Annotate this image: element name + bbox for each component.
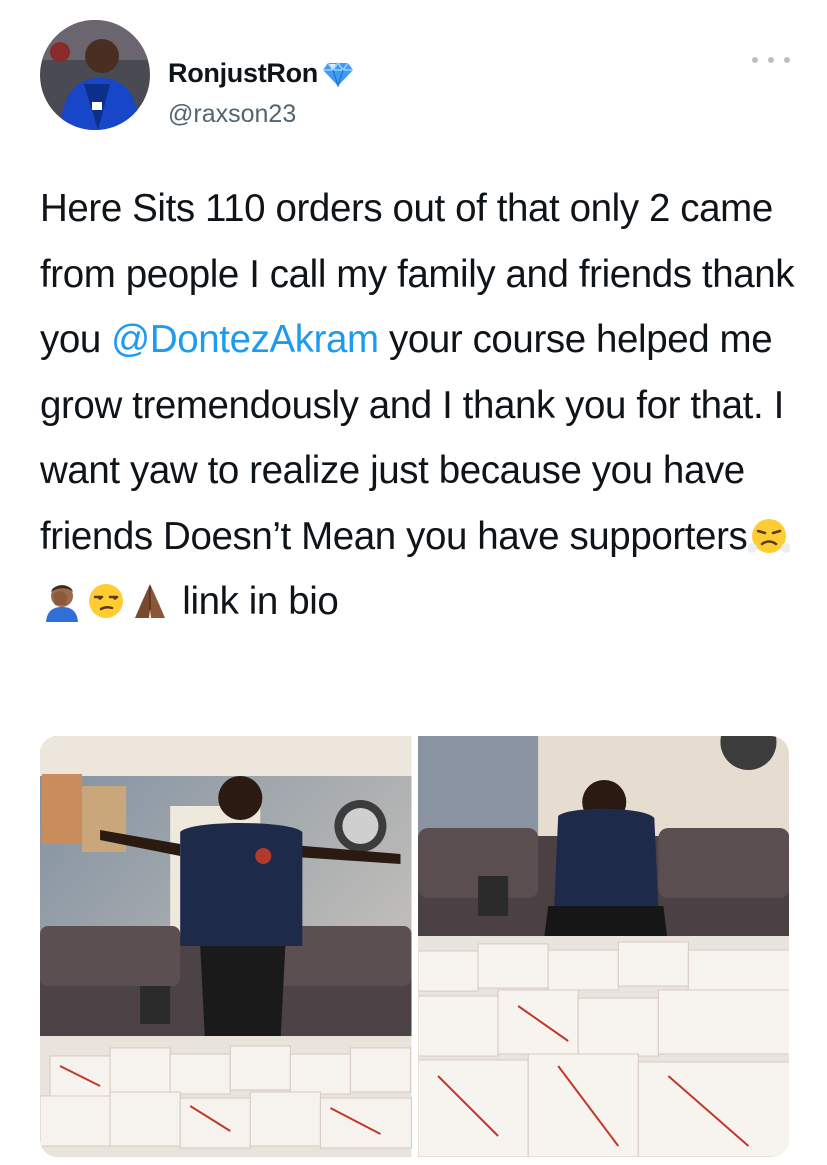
display-name[interactable]: RonjustRon <box>168 58 318 89</box>
unamused-face-icon <box>89 584 123 618</box>
name-row: RonjustRon <box>168 58 354 89</box>
mention-link[interactable]: @DontezAkram <box>111 318 379 361</box>
tweet-header: RonjustRon @raxson23 <box>40 20 790 130</box>
user-handle[interactable]: @raxson23 <box>168 100 296 129</box>
avatar[interactable] <box>40 20 150 130</box>
more-options-button[interactable] <box>752 50 790 70</box>
blue-diamond-icon <box>322 61 354 88</box>
dot-icon <box>784 57 790 63</box>
facepalm-icon <box>46 585 78 622</box>
photo-left[interactable] <box>40 736 412 1157</box>
dot-icon <box>752 57 758 63</box>
dot-icon <box>768 57 774 63</box>
tweet-text: Here Sits 110 orders out of that only 2 … <box>40 176 800 635</box>
tweet-text-suffix: link in bio <box>172 580 339 623</box>
media-grid <box>40 736 789 1157</box>
photo-right[interactable] <box>417 736 789 1157</box>
face-with-steam-icon <box>748 518 791 553</box>
folded-hands-icon <box>135 584 165 618</box>
